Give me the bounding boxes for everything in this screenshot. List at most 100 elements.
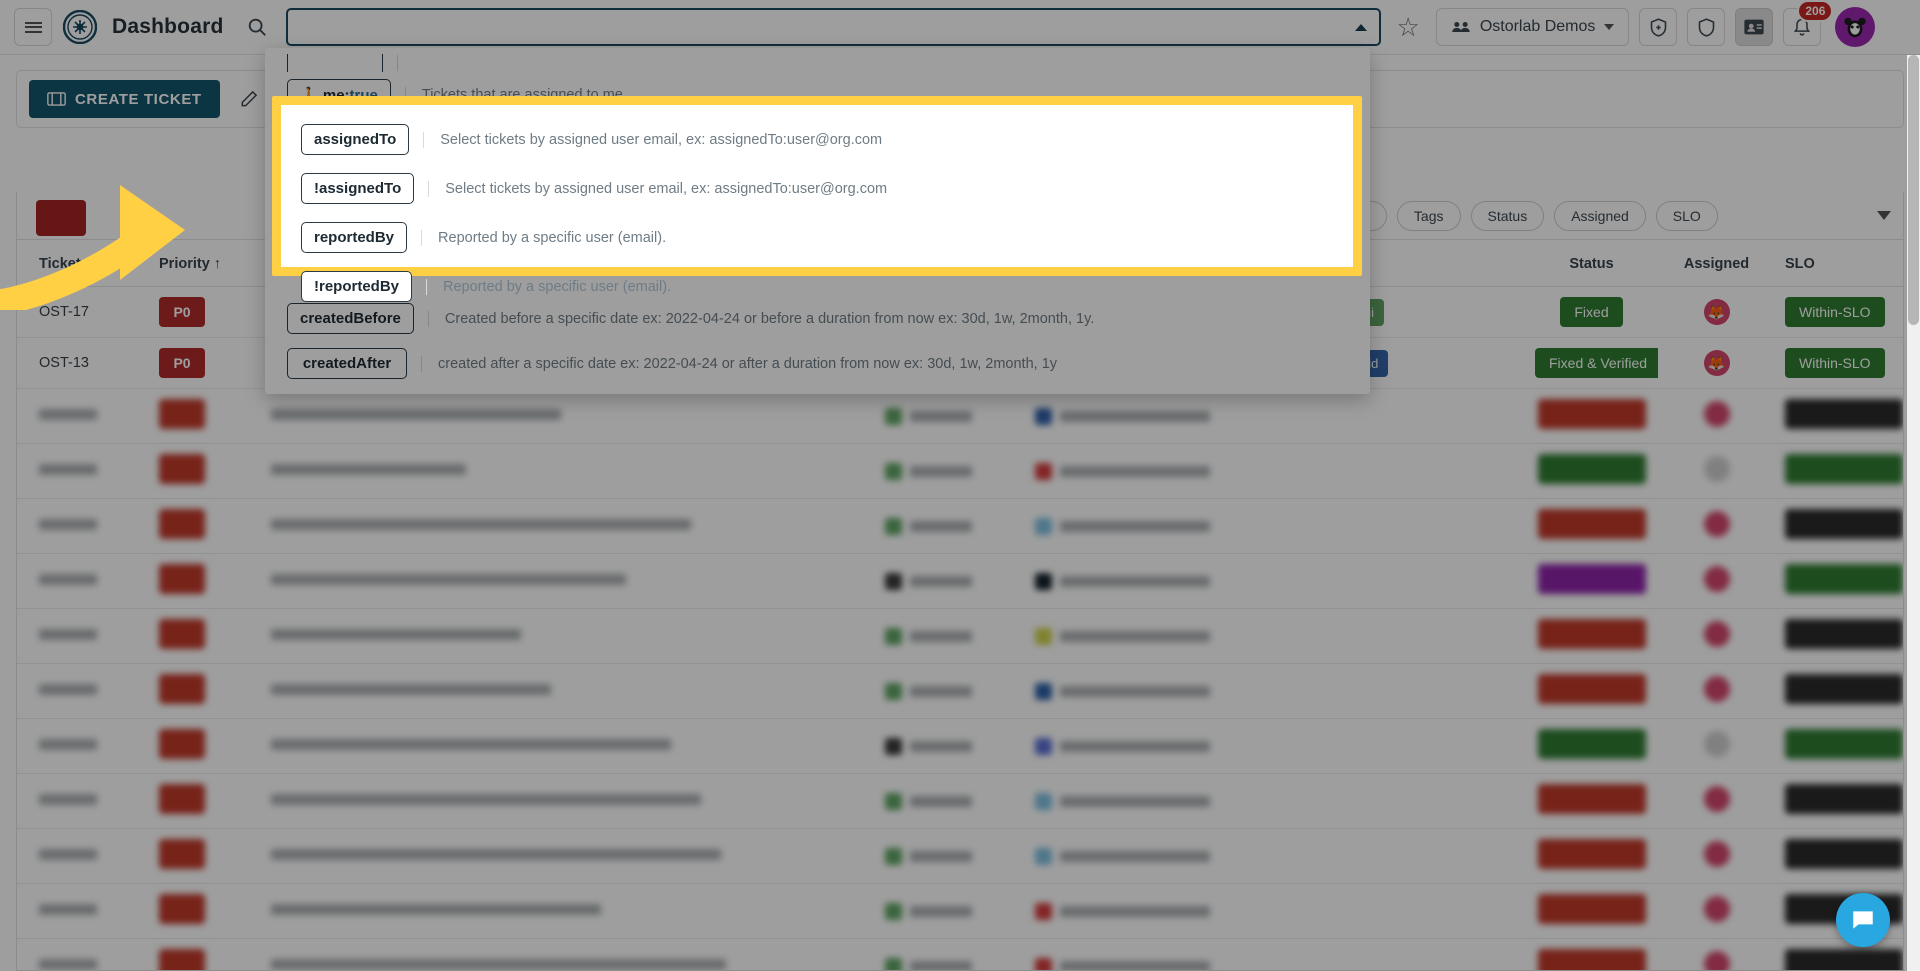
add-scan-icon[interactable] xyxy=(1639,8,1678,46)
filter-chip-tags[interactable]: Tags xyxy=(1396,200,1461,231)
highlighted-suggestions: assignedTo Select tickets by assigned us… xyxy=(281,105,1353,302)
cell-title xyxy=(249,443,863,499)
cell-ticket-id xyxy=(17,608,137,664)
cell-priority: P0 xyxy=(137,286,249,338)
notifications-wrapper[interactable]: 206 xyxy=(1783,0,1834,46)
page-scrollbar[interactable] xyxy=(1907,55,1920,971)
cell-assigned xyxy=(1658,938,1763,970)
filter-chip-status[interactable]: Status xyxy=(1470,200,1545,231)
cell-slo xyxy=(1763,388,1903,444)
cell-package xyxy=(1013,718,1303,774)
filter-chip-assigned[interactable]: Assigned xyxy=(1554,200,1646,231)
cell-ticket-id xyxy=(17,498,137,554)
suggestion-row-not-reportedby[interactable]: !reportedBy Reported by a specific user … xyxy=(281,262,1353,311)
cell-package xyxy=(1013,608,1303,664)
cell-slo: Within-SLO xyxy=(1763,286,1903,338)
avatar[interactable] xyxy=(1835,7,1876,47)
id-card-icon[interactable] xyxy=(1735,8,1774,46)
cell-priority xyxy=(137,663,249,719)
chat-fab-button[interactable] xyxy=(1836,893,1890,947)
filter-chip-slo[interactable]: SLO xyxy=(1655,200,1718,231)
menu-icon[interactable] xyxy=(14,8,52,46)
table-row[interactable] xyxy=(17,828,1903,884)
notification-badge: 206 xyxy=(1797,0,1834,22)
edit-icon[interactable] xyxy=(229,80,268,118)
cell-target xyxy=(863,388,1013,444)
column-header-status[interactable]: Status xyxy=(1513,240,1658,287)
app-bar: Dashboard ☆ Ostorlab Demos 206 xyxy=(0,0,1920,55)
create-ticket-button[interactable]: CREATE TICKET xyxy=(29,80,220,118)
search-input-wrapper[interactable] xyxy=(285,8,1381,46)
scrollbar-thumb[interactable] xyxy=(1908,55,1919,325)
organization-selector[interactable]: Ostorlab Demos xyxy=(1435,8,1630,46)
organization-name: Ostorlab Demos xyxy=(1479,18,1596,35)
table-row[interactable] xyxy=(17,498,1903,554)
column-header-ticket[interactable]: Ticket xyxy=(17,240,137,287)
cell-target xyxy=(863,883,1013,939)
shield-icon[interactable] xyxy=(1687,8,1726,46)
column-header-slo[interactable]: SLO xyxy=(1763,240,1903,287)
cell-title xyxy=(249,498,863,554)
cell-ticket-id xyxy=(17,773,137,829)
cell-slo xyxy=(1763,443,1903,499)
cell-status: Fixed xyxy=(1513,286,1658,338)
page-title: Dashboard xyxy=(112,15,224,38)
cell-target xyxy=(863,663,1013,719)
cell-package xyxy=(1013,773,1303,829)
column-header-assigned[interactable]: Assigned xyxy=(1658,240,1763,287)
cell-priority xyxy=(137,773,249,829)
search-input[interactable] xyxy=(299,18,1347,36)
cell-ticket-id xyxy=(17,443,137,499)
cell-priority xyxy=(137,498,249,554)
column-header-priority[interactable]: Priority ↑ xyxy=(137,240,249,287)
search-icon[interactable] xyxy=(237,8,276,46)
cell-assigned: 🦊 xyxy=(1658,286,1763,338)
suggestion-row-reportedby[interactable]: reportedBy Reported by a specific user (… xyxy=(281,213,1353,262)
cell-assigned xyxy=(1658,718,1763,774)
chevron-up-icon[interactable] xyxy=(1354,23,1367,31)
cell-title xyxy=(249,663,863,719)
cell-slo: Within-SLO xyxy=(1763,337,1903,389)
cell-slo xyxy=(1763,498,1903,554)
suggestion-desc-assignedto: Select tickets by assigned user email, e… xyxy=(423,131,882,148)
cell-slo xyxy=(1763,663,1903,719)
cell-title xyxy=(249,938,863,970)
cell-status xyxy=(1513,553,1658,609)
cell-status xyxy=(1513,938,1658,970)
priority-badge: P0 xyxy=(159,348,205,378)
cell-slo xyxy=(1763,608,1903,664)
suggestion-desc xyxy=(397,55,418,71)
table-row[interactable] xyxy=(17,938,1903,970)
filter-expand-icon[interactable] xyxy=(1877,211,1891,220)
cell-package xyxy=(1013,828,1303,884)
table-row[interactable] xyxy=(17,718,1903,774)
cell-target xyxy=(863,773,1013,829)
suggestion-desc-createdafter: created after a specific date ex: 2022-0… xyxy=(421,355,1057,372)
suggestion-row-assignedto[interactable]: assignedTo Select tickets by assigned us… xyxy=(281,115,1353,164)
favorite-star-icon[interactable]: ☆ xyxy=(1391,14,1426,40)
cell-assigned xyxy=(1658,608,1763,664)
cell-status xyxy=(1513,773,1658,829)
table-row[interactable] xyxy=(17,663,1903,719)
table-row[interactable] xyxy=(17,553,1903,609)
suggestion-row-not-assignedto[interactable]: !assignedTo Select tickets by assigned u… xyxy=(281,164,1353,213)
table-row[interactable] xyxy=(17,773,1903,829)
cell-assigned xyxy=(1658,663,1763,719)
table-row[interactable] xyxy=(17,883,1903,939)
suggestion-row-partial[interactable] xyxy=(265,54,1370,72)
ticket-icon xyxy=(47,92,66,106)
cell-package xyxy=(1013,553,1303,609)
table-row[interactable] xyxy=(17,388,1903,444)
cell-status xyxy=(1513,443,1658,499)
cell-target xyxy=(863,718,1013,774)
ostorlab-logo-icon xyxy=(62,9,98,45)
group-icon xyxy=(1452,22,1470,32)
suggestion-row-createdafter[interactable]: createdAfter created after a specific da… xyxy=(265,341,1370,386)
cell-assigned xyxy=(1658,553,1763,609)
suggestion-key-not-assignedto: !assignedTo xyxy=(301,173,415,204)
suggestion-key-assignedto: assignedTo xyxy=(301,124,410,155)
cell-title xyxy=(249,718,863,774)
table-row[interactable] xyxy=(17,443,1903,499)
table-row[interactable] xyxy=(17,608,1903,664)
cell-assigned xyxy=(1658,443,1763,499)
